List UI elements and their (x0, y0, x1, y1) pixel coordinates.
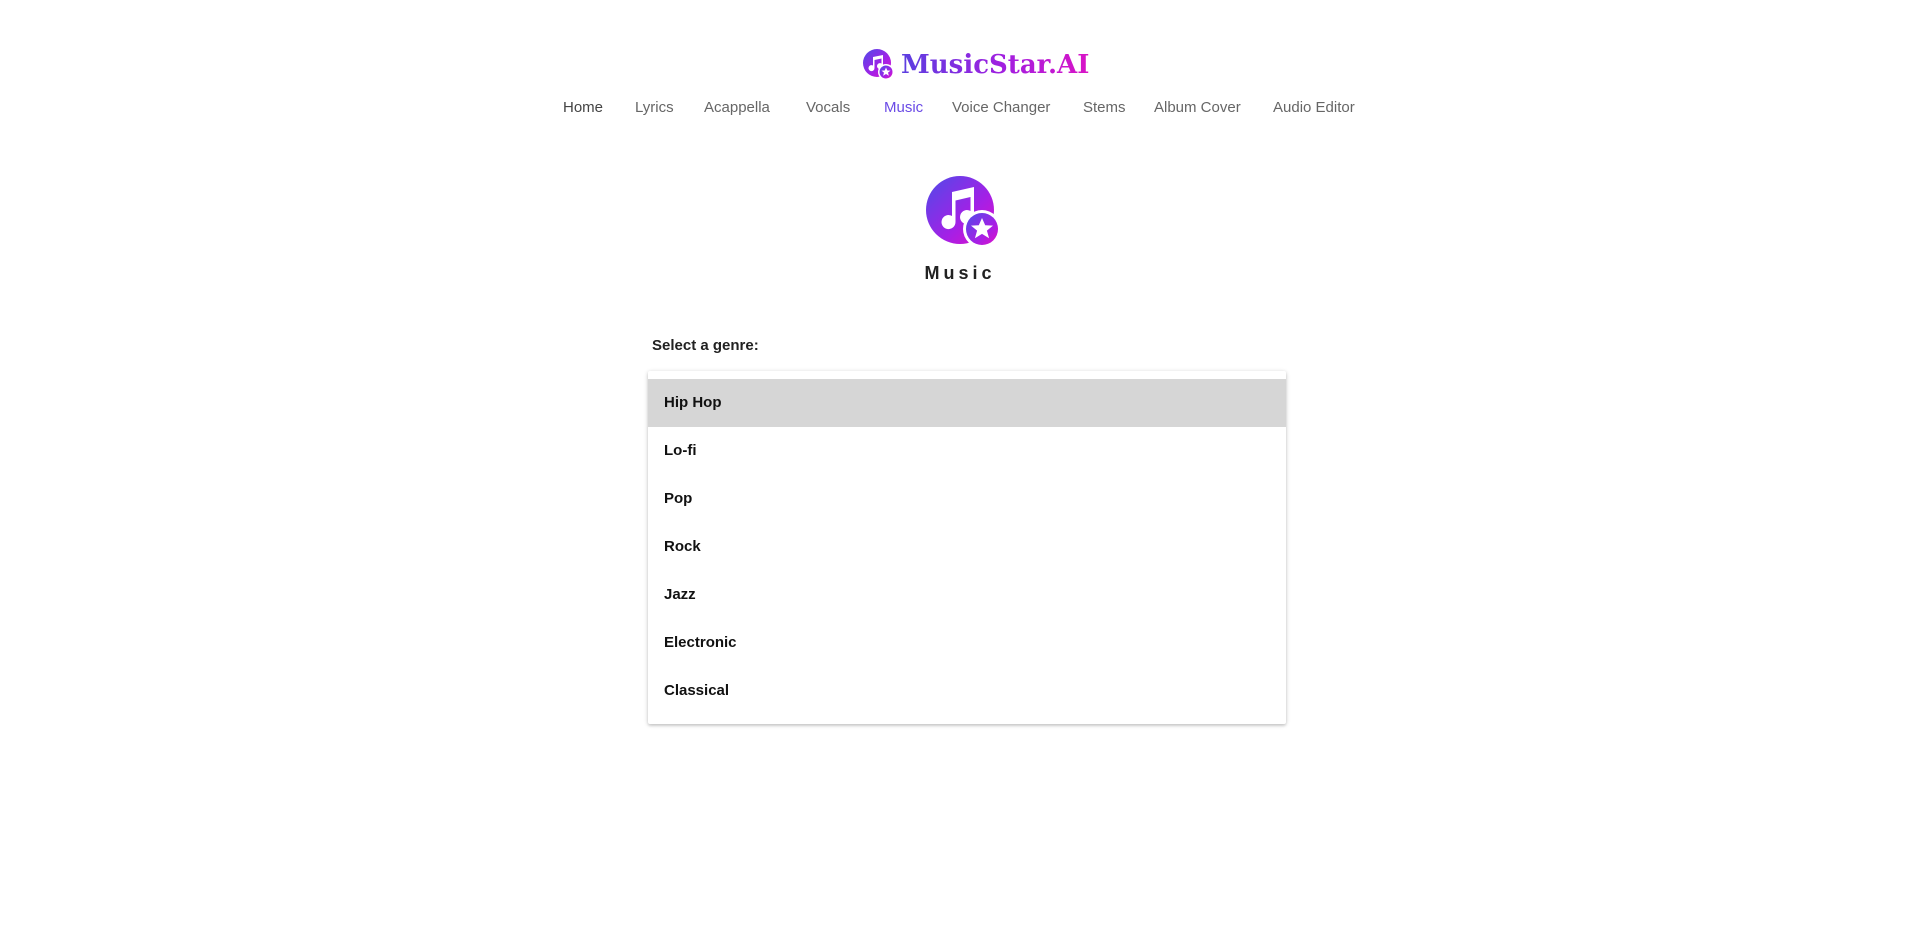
genre-option-classical[interactable]: Classical (648, 667, 1286, 715)
nav-music[interactable]: Music (884, 96, 923, 120)
genre-option-lo-fi[interactable]: Lo-fi (648, 427, 1286, 475)
music-note-star-icon (926, 176, 1001, 248)
genre-option-electronic[interactable]: Electronic (648, 619, 1286, 667)
music-note-star-icon (863, 49, 894, 80)
nav-vocals[interactable]: Vocals (806, 96, 850, 120)
genre-option-jazz[interactable]: Jazz (648, 571, 1286, 619)
nav-home[interactable]: Home (563, 96, 603, 120)
nav-stems[interactable]: Stems (1083, 96, 1126, 120)
genre-option-pop[interactable]: Pop (648, 475, 1286, 523)
nav-album-cover[interactable]: Album Cover (1154, 96, 1241, 120)
page-title: Music (924, 263, 996, 283)
site-header: MusicStar.AI (0, 48, 1920, 82)
nav-voice-changer[interactable]: Voice Changer (952, 96, 1050, 120)
brand-name: MusicStar.AI (901, 50, 1090, 80)
nav-audio-editor[interactable]: Audio Editor (1273, 96, 1355, 120)
genre-option-rock[interactable]: Rock (648, 523, 1286, 571)
genre-select-label: Select a genre: (652, 337, 759, 354)
nav-acappella[interactable]: Acappella (704, 96, 770, 120)
genre-option-hip-hop[interactable]: Hip Hop (648, 379, 1286, 427)
genre-dropdown-menu: Hip Hop Lo-fi Pop Rock Jazz Electronic C… (648, 371, 1286, 724)
main-nav: Home Lyrics Acappella Vocals Music Voice… (0, 96, 1920, 120)
brand-logo[interactable]: MusicStar.AI (863, 48, 1089, 82)
nav-lyrics[interactable]: Lyrics (635, 96, 674, 120)
